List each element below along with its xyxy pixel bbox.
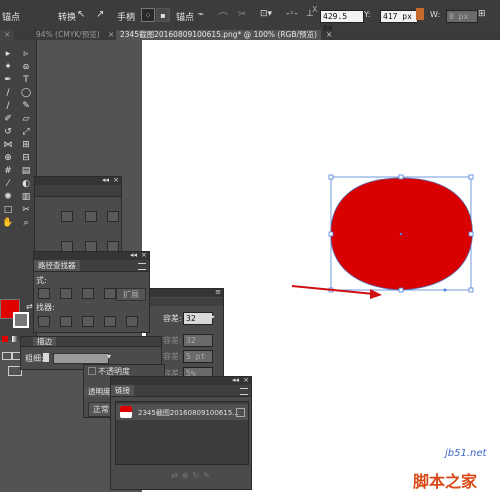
watermark: jb51.net 脚本之家 bbox=[395, 426, 500, 492]
dropdown-arrow-icon[interactable]: ▸ bbox=[211, 312, 215, 321]
pathfinder-panel: ◂◂ × 路径查找器 式: 扩展 找器: bbox=[33, 251, 150, 333]
panel-tabs: 链接 bbox=[111, 385, 251, 397]
panel-menu-icon[interactable]: ≡ bbox=[215, 288, 221, 296]
exclude-icon[interactable] bbox=[104, 288, 116, 299]
panel-header: ◂◂ × bbox=[34, 251, 149, 260]
panel-header: ≡ bbox=[147, 288, 223, 297]
embedded-icon bbox=[236, 408, 245, 417]
path-anchor bbox=[443, 288, 447, 292]
links-list: 2345截图20160809100615... bbox=[115, 401, 249, 465]
shape-mode-label: 式: bbox=[36, 276, 47, 285]
collapse-icon[interactable]: ◂◂ bbox=[232, 376, 239, 384]
tolerance-label: 容差: bbox=[163, 314, 182, 323]
panel-tabs: 路径查找器 bbox=[34, 260, 149, 272]
checkbox[interactable] bbox=[88, 367, 96, 375]
dropdown-arrow-icon[interactable]: ▾ bbox=[107, 352, 111, 361]
expand-button[interactable]: 扩展 bbox=[116, 288, 146, 301]
panel-menu-icon[interactable] bbox=[138, 263, 146, 270]
tolerance-field-2[interactable]: 32 bbox=[183, 334, 213, 347]
tolerance-label-3: 容差: bbox=[163, 352, 182, 361]
center-point bbox=[399, 232, 403, 236]
align-right-icon[interactable] bbox=[107, 211, 119, 222]
merge-icon[interactable] bbox=[82, 316, 94, 327]
minus-front-icon[interactable] bbox=[60, 288, 72, 299]
watermark-site: jb51.net bbox=[445, 448, 487, 459]
trim-icon[interactable] bbox=[60, 316, 72, 327]
panel-tabs: 描边 bbox=[21, 337, 161, 347]
panel-tabs bbox=[35, 185, 121, 197]
panel-tabs bbox=[147, 298, 223, 306]
outline-icon[interactable] bbox=[126, 316, 138, 327]
annotation-arrow-head bbox=[370, 289, 382, 299]
tolerance-field[interactable]: 32 bbox=[183, 312, 213, 325]
tab-pathfinder[interactable]: 路径查找器 bbox=[34, 260, 80, 271]
link-actions-icons[interactable]: ⇄⊕↻✎ bbox=[171, 471, 214, 480]
weight-label: 粗细: bbox=[25, 354, 44, 363]
close-icon[interactable]: × bbox=[113, 176, 119, 184]
align-center-icon[interactable] bbox=[85, 211, 97, 222]
weight-field[interactable] bbox=[53, 353, 109, 364]
close-icon[interactable]: × bbox=[141, 251, 147, 259]
collapse-icon[interactable]: ◂◂ bbox=[130, 251, 137, 259]
tab-stroke[interactable]: 描边 bbox=[33, 337, 56, 346]
link-filename: 2345截图20160809100615... bbox=[138, 409, 239, 417]
tolerance-field-3[interactable]: 5 pt bbox=[183, 350, 213, 363]
weight-stepper[interactable] bbox=[43, 353, 49, 362]
pathfinder-label: 找器: bbox=[36, 303, 55, 312]
link-thumbnail bbox=[120, 406, 132, 418]
unite-icon[interactable] bbox=[38, 288, 50, 299]
intersect-icon[interactable] bbox=[82, 288, 94, 299]
align-panel: ◂◂ × bbox=[34, 176, 122, 260]
tab-links[interactable]: 链接 bbox=[111, 385, 134, 396]
panel-header: ◂◂ × bbox=[111, 376, 251, 385]
collapse-icon[interactable]: ◂◂ bbox=[102, 176, 109, 184]
crop-icon[interactable] bbox=[104, 316, 116, 327]
links-panel: ◂◂ × 链接 2345截图20160809100615... ⇄⊕↻✎ bbox=[110, 376, 252, 490]
panel-header: ◂◂ × bbox=[35, 176, 121, 185]
panel-menu-icon[interactable] bbox=[240, 388, 248, 395]
list-item[interactable]: 2345截图20160809100615... bbox=[116, 404, 248, 420]
divide-icon[interactable] bbox=[38, 316, 50, 327]
watermark-brand: 脚本之家 bbox=[413, 472, 478, 491]
close-icon[interactable]: × bbox=[243, 376, 249, 384]
align-left-icon[interactable] bbox=[61, 211, 73, 222]
tolerance-label-2: 容差: bbox=[163, 336, 182, 345]
